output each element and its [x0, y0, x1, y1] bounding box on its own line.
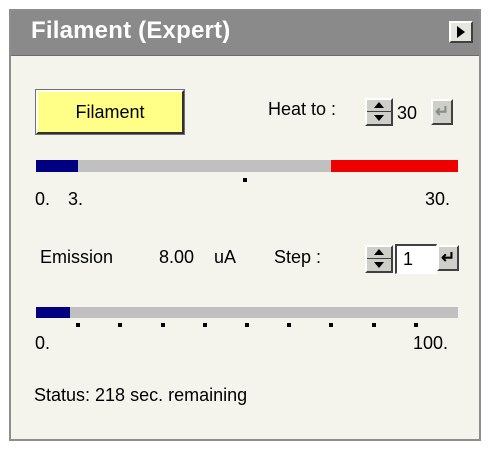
heat-scale-max-label: 30.	[425, 189, 451, 209]
enter-return-icon: ↵	[441, 248, 456, 267]
emission-unit: uA	[214, 247, 237, 267]
heat-value-input[interactable]: 30	[397, 103, 417, 124]
emission-scale-tick	[372, 323, 376, 327]
emission-scale-tick	[414, 323, 418, 327]
heat-scale-midpoint-tick	[243, 178, 247, 182]
filament-panel: Filament (Expert) Filament Heat to : 30 …	[9, 9, 481, 441]
panel-menu-button[interactable]	[449, 21, 473, 43]
spinner-up-icon[interactable]	[374, 102, 384, 108]
heat-progress-bar	[36, 160, 458, 172]
step-label: Step :	[274, 247, 322, 267]
filament-button-label: Filament	[75, 101, 145, 122]
emission-scale-tick	[245, 323, 249, 327]
emission-progress-bar	[36, 307, 458, 318]
step-spinner[interactable]	[365, 245, 393, 273]
spinner-down-icon[interactable]	[374, 262, 384, 268]
emission-scale-tick	[287, 323, 291, 327]
emission-fill	[36, 307, 70, 318]
triangle-right-icon	[457, 26, 465, 38]
filament-toggle-button[interactable]: Filament	[35, 89, 185, 135]
window-title: Filament (Expert)	[31, 17, 231, 44]
emission-value: 8.00	[159, 247, 195, 267]
emission-scale-tick	[118, 323, 122, 327]
emission-scale-tick	[329, 323, 333, 327]
step-enter-button[interactable]: ↵	[437, 245, 459, 271]
spinner-down-icon[interactable]	[374, 115, 384, 121]
emission-scale-min-label: 0.	[35, 333, 51, 353]
heat-current-fill	[36, 160, 78, 172]
emission-scale-max-label: 100.	[413, 333, 449, 353]
step-value-input[interactable]: 1	[395, 244, 437, 274]
heat-scale-min-label: 0.	[35, 189, 51, 209]
spinner-up-icon[interactable]	[374, 249, 384, 255]
spinner-divider	[367, 258, 391, 259]
emission-scale-tick	[161, 323, 165, 327]
heat-target-fill	[331, 160, 458, 172]
emission-scale-tick	[76, 323, 80, 327]
heat-spinner[interactable]	[365, 98, 393, 126]
heat-to-label: Heat to :	[268, 99, 337, 119]
emission-label: Emission	[40, 247, 114, 267]
heat-scale-current-label: 3.	[68, 189, 84, 209]
emission-scale-tick	[203, 323, 207, 327]
status-text: Status: 218 sec. remaining	[34, 385, 248, 405]
title-bar: Filament (Expert)	[11, 11, 479, 56]
heat-enter-button[interactable]: ↵	[431, 99, 453, 125]
spinner-divider	[367, 111, 391, 112]
enter-return-icon: ↵	[435, 102, 450, 121]
